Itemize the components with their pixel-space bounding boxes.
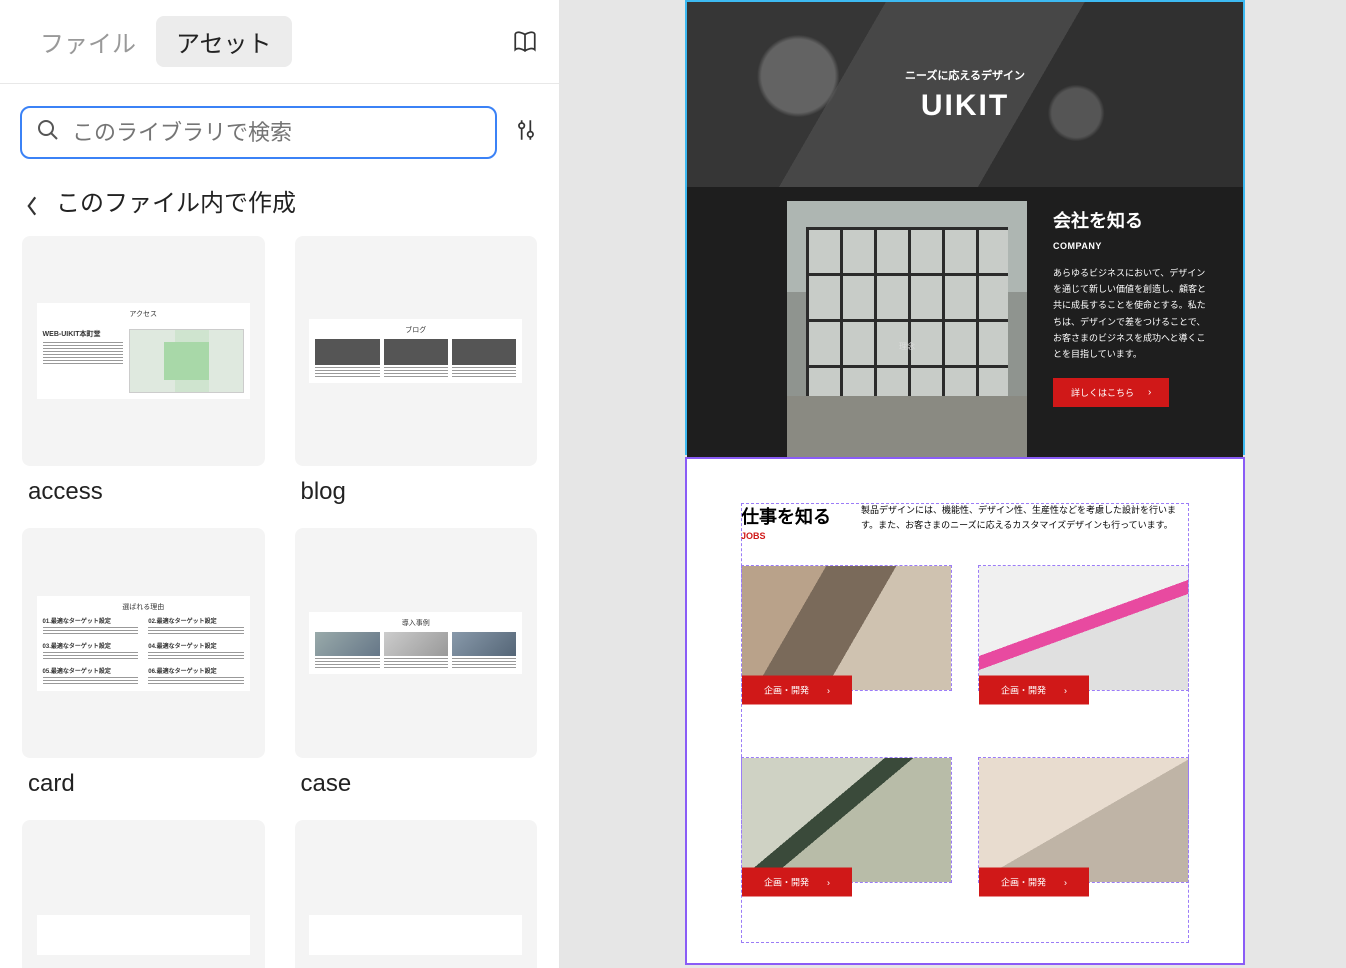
library-icon[interactable]: [511, 28, 539, 56]
hero-section: ニーズに応えるデザイン UIKIT: [687, 2, 1243, 187]
jobs-subtitle: JOBS: [741, 531, 831, 541]
job-card[interactable]: 企画・開発›: [978, 565, 1189, 691]
company-subtitle: COMPANY: [1053, 241, 1213, 251]
job-image: [979, 566, 1188, 690]
job-card[interactable]: 企画・開発›: [741, 565, 952, 691]
chevron-left-icon: [24, 193, 40, 209]
asset-thumb: 導入事例: [295, 528, 538, 758]
panel-tabs: ファイル アセット: [0, 0, 559, 84]
job-button[interactable]: 企画・開発 ›: [979, 676, 1089, 705]
asset-partial-1[interactable]: [22, 820, 265, 968]
company-body: あらゆるビジネスにおいて、デザインを通じて新しい価値を創造し、顧客と共に成長する…: [1053, 265, 1213, 362]
assets-panel: ファイル アセット このファイル内で作成 アクセス: [0, 0, 560, 968]
job-card[interactable]: 企画・開発›: [741, 757, 952, 883]
breadcrumb-label: このファイル内で作成: [56, 183, 296, 218]
asset-label: card: [22, 770, 265, 798]
job-button[interactable]: 企画・開発 ›: [742, 676, 852, 705]
search-input[interactable]: [72, 120, 481, 146]
canvas[interactable]: ニーズに応えるデザイン UIKIT 理念 会社を知る COMPANY あらゆるビ…: [560, 0, 1346, 968]
job-image: [742, 758, 951, 882]
mini-title: 導入事例: [315, 618, 516, 628]
asset-thumb: 選ばれる理由 01.最適なターゲット設定 02.最適なターゲット設定 03.最適…: [22, 528, 265, 758]
mini-heading: WEB-UIKIT本町堂: [43, 329, 124, 339]
chevron-right-icon: ›: [827, 877, 830, 887]
job-image: [742, 566, 951, 690]
chevron-right-icon: ›: [1064, 877, 1067, 887]
frame-hero-company[interactable]: ニーズに応えるデザイン UIKIT 理念 会社を知る COMPANY あらゆるビ…: [685, 0, 1245, 455]
asset-grid: アクセス WEB-UIKIT本町堂 access ブログ: [0, 236, 559, 968]
asset-access[interactable]: アクセス WEB-UIKIT本町堂 access: [22, 236, 265, 506]
mini-title: ブログ: [315, 325, 516, 335]
jobs-desc: 製品デザインには、機能性、デザイン性、生産性などを考慮した設計を行います。また、…: [861, 503, 1189, 534]
asset-case[interactable]: 導入事例 case: [295, 528, 538, 798]
jobs-header: 仕事を知る JOBS 製品デザインには、機能性、デザイン性、生産性などを考慮した…: [741, 503, 1189, 541]
asset-thumb: [22, 820, 265, 968]
company-cta-button[interactable]: 詳しくはこちら ›: [1053, 378, 1169, 407]
button-label: 企画・開発: [764, 684, 809, 697]
search-icon: [36, 118, 60, 147]
asset-thumb: ブログ: [295, 236, 538, 466]
chevron-right-icon: ›: [827, 685, 830, 695]
hero-tagline: ニーズに応えるデザイン: [905, 67, 1025, 83]
asset-blog[interactable]: ブログ blog: [295, 236, 538, 506]
jobs-grid: 企画・開発› 企画・開発› 企画・開発› 企画・開発›: [741, 565, 1189, 883]
button-label: 詳しくはこちら: [1071, 386, 1134, 399]
button-label: 企画・開発: [1001, 684, 1046, 697]
jobs-dashed-container: 仕事を知る JOBS 製品デザインには、機能性、デザイン性、生産性などを考慮した…: [741, 503, 1189, 883]
mini-title: 選ばれる理由: [43, 602, 244, 612]
frame-jobs[interactable]: 仕事を知る JOBS 製品デザインには、機能性、デザイン性、生産性などを考慮した…: [685, 457, 1245, 965]
chevron-right-icon: ›: [1148, 387, 1151, 398]
job-button[interactable]: 企画・開発 ›: [979, 868, 1089, 897]
button-label: 企画・開発: [764, 876, 809, 889]
job-card[interactable]: 企画・開発›: [978, 757, 1189, 883]
chevron-right-icon: ›: [1064, 685, 1067, 695]
company-title: 会社を知る: [1053, 207, 1213, 233]
job-button[interactable]: 企画・開発 ›: [742, 868, 852, 897]
button-label: 企画・開発: [1001, 876, 1046, 889]
company-section: 理念 会社を知る COMPANY あらゆるビジネスにおいて、デザインを通じて新し…: [687, 187, 1243, 461]
breadcrumb-row[interactable]: このファイル内で作成: [0, 169, 559, 236]
mini-title: アクセス: [129, 309, 157, 319]
asset-card[interactable]: 選ばれる理由 01.最適なターゲット設定 02.最適なターゲット設定 03.最適…: [22, 528, 265, 798]
asset-label: access: [22, 478, 265, 506]
company-image: 理念: [787, 201, 1027, 461]
asset-thumb: アクセス WEB-UIKIT本町堂: [22, 236, 265, 466]
asset-label: case: [295, 770, 538, 798]
jobs-title: 仕事を知る: [741, 503, 831, 529]
search-row: [0, 84, 559, 169]
tab-file[interactable]: ファイル: [20, 16, 156, 67]
asset-label: blog: [295, 478, 538, 506]
asset-partial-2[interactable]: [295, 820, 538, 968]
asset-thumb: [295, 820, 538, 968]
hero-brand: UIKIT: [921, 89, 1009, 123]
company-text: 会社を知る COMPANY あらゆるビジネスにおいて、デザインを通じて新しい価値…: [1053, 207, 1213, 461]
tab-assets[interactable]: アセット: [156, 16, 292, 67]
search-field[interactable]: [20, 106, 497, 159]
company-caption: 理念: [899, 341, 915, 352]
job-image: [979, 758, 1188, 882]
filter-icon[interactable]: [513, 117, 539, 148]
